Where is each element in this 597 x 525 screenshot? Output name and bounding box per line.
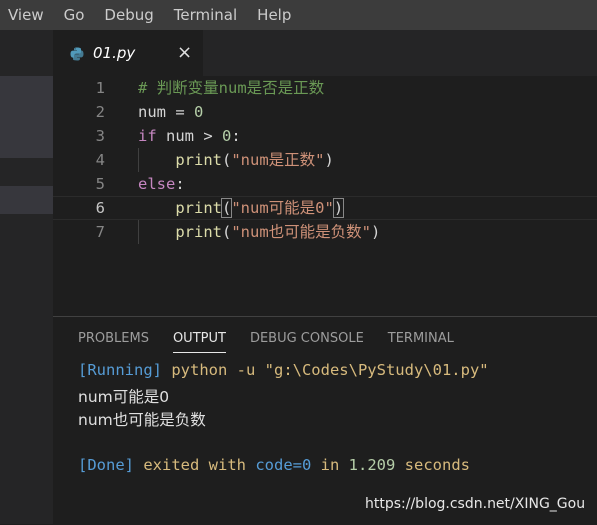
- tab-output[interactable]: OUTPUT: [161, 317, 238, 361]
- code-line[interactable]: 7 print("num也可能是负数"): [53, 220, 597, 244]
- output-running-line: [Running] python -u "g:\Codes\PyStudy\01…: [78, 361, 489, 379]
- exit-code: code=0: [255, 456, 312, 474]
- code-line[interactable]: 1 # 判断变量num是否是正数: [53, 76, 597, 100]
- code-token: "num可能是0": [231, 199, 334, 217]
- sidebar-selected-region[interactable]: [0, 76, 53, 158]
- line-number: 3: [95, 127, 105, 145]
- tab-label: 01.py: [93, 44, 136, 62]
- code-line[interactable]: 5 else:: [53, 172, 597, 196]
- code-token: ): [332, 198, 345, 218]
- line-number: 5: [95, 175, 105, 193]
- code-token: "num也可能是负数": [231, 223, 372, 241]
- run-command: python -u "g:\Codes\PyStudy\01.py": [162, 361, 489, 379]
- menu-terminal[interactable]: Terminal: [164, 6, 247, 24]
- code-token: (: [220, 198, 233, 218]
- code-text: print("num是正数"): [138, 148, 334, 172]
- done-text: seconds: [395, 456, 470, 474]
- sidebar-item[interactable]: [0, 186, 53, 214]
- code-line[interactable]: 4 print("num是正数"): [53, 148, 597, 172]
- code-token: num: [138, 103, 166, 121]
- close-icon[interactable]: ×: [177, 42, 192, 63]
- code-line[interactable]: 2 num = 0: [53, 100, 597, 124]
- code-token: =: [166, 103, 194, 121]
- code-token: 0: [194, 103, 204, 121]
- done-tag: [Done]: [78, 456, 134, 474]
- tab-problems[interactable]: PROBLEMS: [53, 317, 161, 361]
- code-token: print: [175, 151, 222, 169]
- elapsed-time: 1.209: [348, 456, 396, 474]
- menu-bar: View Go Debug Terminal Help: [0, 0, 597, 30]
- code-token: 0: [222, 127, 232, 145]
- done-text: exited with: [134, 456, 256, 474]
- code-text: # 判断变量num是否是正数: [138, 76, 324, 100]
- line-number: 2: [95, 103, 105, 121]
- code-text: else:: [138, 172, 185, 196]
- code-editor[interactable]: 1 # 判断变量num是否是正数 2 num = 0 3 if num > 0: 4 pri…: [53, 76, 597, 316]
- output-line: num可能是0: [78, 388, 170, 406]
- code-text: if num > 0:: [138, 124, 241, 148]
- code-token: print: [175, 223, 222, 241]
- watermark: https://blog.csdn.net/XING_Gou: [365, 496, 586, 512]
- tab-debug-console[interactable]: DEBUG CONSOLE: [238, 317, 376, 361]
- python-icon: [70, 47, 84, 61]
- done-text: in: [311, 456, 349, 474]
- line-number: 6: [95, 199, 105, 217]
- menu-go[interactable]: Go: [54, 6, 95, 24]
- code-token: else: [138, 175, 176, 193]
- code-text: print("num也可能是负数"): [138, 220, 380, 244]
- tab-01-py[interactable]: 01.py ×: [53, 30, 203, 76]
- tab-bar: 01.py ×: [53, 30, 597, 76]
- code-token: :: [231, 127, 241, 145]
- code-token: ): [324, 151, 334, 169]
- code-line[interactable]: 6 print("num可能是0"): [53, 196, 597, 220]
- sidebar: [0, 30, 53, 524]
- line-number: 4: [95, 151, 105, 169]
- line-number: 7: [95, 223, 105, 241]
- code-token: print: [175, 199, 222, 217]
- menu-debug[interactable]: Debug: [94, 6, 163, 24]
- code-text: print("num可能是0"): [138, 197, 345, 219]
- code-text: num = 0: [138, 100, 203, 124]
- bottom-panel: PROBLEMS OUTPUT DEBUG CONSOLE TERMINAL […: [53, 316, 597, 525]
- code-token: :: [175, 175, 185, 193]
- output-line: num也可能是负数: [78, 411, 206, 429]
- code-token: # 判断变量num是否是正数: [138, 79, 325, 97]
- code-line[interactable]: 3 if num > 0:: [53, 124, 597, 148]
- menu-view[interactable]: View: [0, 6, 54, 24]
- code-token: (: [222, 223, 232, 241]
- code-token: (: [222, 151, 232, 169]
- code-token: ): [371, 223, 381, 241]
- line-number: 1: [95, 79, 105, 97]
- menu-help[interactable]: Help: [247, 6, 301, 24]
- code-token: num >: [156, 127, 222, 145]
- code-token: "num是正数": [231, 151, 325, 169]
- code-token: if: [138, 127, 157, 145]
- output-done-line: [Done] exited with code=0 in 1.209 secon…: [78, 456, 470, 474]
- panel-tabs: PROBLEMS OUTPUT DEBUG CONSOLE TERMINAL: [53, 317, 466, 361]
- running-tag: [Running]: [78, 361, 162, 379]
- tab-terminal[interactable]: TERMINAL: [376, 317, 466, 361]
